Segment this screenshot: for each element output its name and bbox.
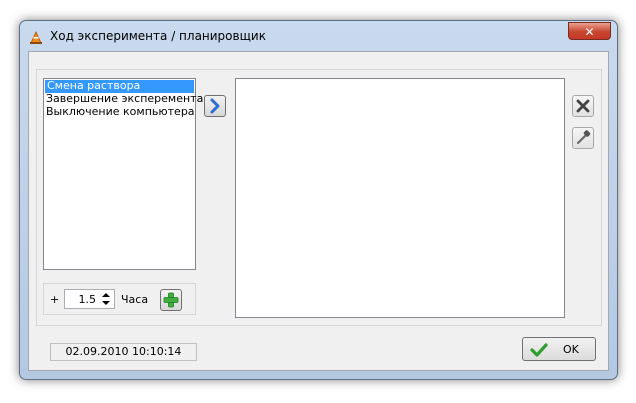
add-event-button[interactable] [160, 289, 182, 311]
add-event-panel: + 1.5 Часа [43, 283, 196, 315]
event-list[interactable]: Смена раствора Завершение эксперемента В… [43, 78, 203, 270]
checkmark-icon [530, 342, 548, 358]
close-button[interactable]: ✕ [568, 22, 611, 40]
units-label: Часа [121, 293, 149, 306]
status-datetime: 02.09.2010 10:10:14 [50, 343, 197, 361]
hours-spinner[interactable]: 1.5 [64, 289, 115, 309]
plus-icon [161, 290, 181, 310]
pipette-icon [573, 128, 593, 148]
move-right-button[interactable] [204, 95, 226, 117]
app-cone-icon [29, 31, 43, 45]
scheduler-window: Ход эксперимента / планировщик ✕ Смена р… [19, 20, 618, 380]
chevron-right-icon [205, 96, 225, 116]
close-x-icon [573, 96, 593, 116]
edit-button[interactable] [572, 127, 594, 149]
client-area: Смена раствора Завершение эксперемента В… [28, 51, 609, 371]
ok-button[interactable]: OK [522, 337, 596, 361]
delete-button[interactable] [572, 95, 594, 117]
hours-value[interactable]: 1.5 [79, 293, 97, 306]
list-item[interactable]: Выключение компьютера [44, 106, 195, 119]
plus-label: + [50, 293, 60, 306]
schedule-list[interactable] [235, 78, 565, 318]
window-title: Ход эксперимента / планировщик [50, 29, 266, 43]
spinner-arrows-icon[interactable] [100, 291, 112, 307]
title-bar[interactable]: Ход эксперимента / планировщик ✕ [20, 21, 617, 51]
ok-label: OK [563, 343, 579, 356]
